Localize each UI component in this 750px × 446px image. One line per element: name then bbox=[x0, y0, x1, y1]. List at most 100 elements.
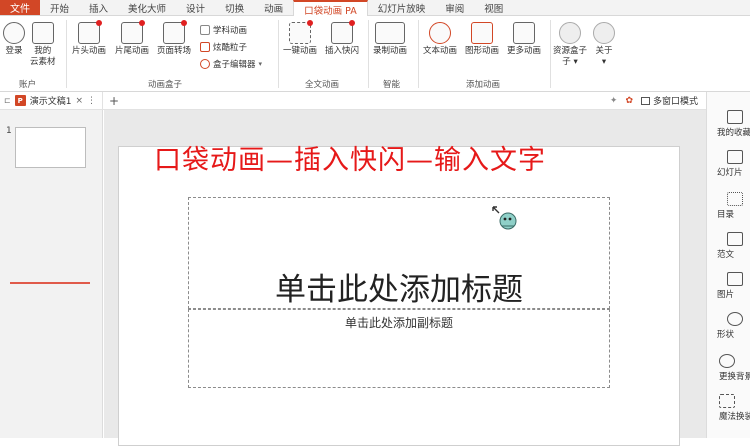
about-icon bbox=[593, 22, 615, 44]
box-editor-icon bbox=[200, 59, 210, 69]
tab-beautify[interactable]: 美化大师 bbox=[118, 0, 176, 15]
insert-flash-button[interactable]: 插入快闪 bbox=[325, 20, 360, 57]
cloud-label: 我的 云素材 bbox=[30, 46, 56, 67]
more-options-icon[interactable]: ⋮ bbox=[87, 96, 96, 106]
list-icon bbox=[727, 192, 743, 206]
subtitle-placeholder-text: 单击此处添加副标题 bbox=[344, 316, 453, 330]
chevron-down-icon: ▾ bbox=[601, 57, 607, 67]
page-transition-button[interactable]: 页面转场 bbox=[157, 20, 192, 57]
doc-nav-icon[interactable]: ⊏ bbox=[4, 96, 11, 105]
text-animation-button[interactable]: 文本动画 bbox=[423, 22, 457, 57]
tab-insert[interactable]: 插入 bbox=[79, 0, 118, 15]
particles-item[interactable]: 炫酷粒子 bbox=[200, 41, 247, 53]
close-tab-icon[interactable]: × bbox=[75, 96, 83, 106]
tab-transitions[interactable]: 切换 bbox=[215, 0, 254, 15]
resource-box-button[interactable]: 资源盒子 子 ▾ bbox=[553, 22, 587, 68]
record-label: 录制动画 bbox=[373, 46, 408, 56]
group-label-animation-box: 动画盒子 bbox=[148, 80, 183, 90]
shapes-icon bbox=[727, 312, 743, 326]
image-icon bbox=[727, 272, 743, 286]
one-key-label: 一键动画 bbox=[283, 46, 318, 56]
divider bbox=[368, 20, 369, 88]
box-editor-item[interactable]: 盒子编辑器 ▾ bbox=[200, 58, 262, 70]
mascot-icon bbox=[492, 206, 517, 230]
subtitle-placeholder[interactable]: 单击此处添加副标题 bbox=[188, 309, 610, 388]
text-animation-label: 文本动画 bbox=[423, 46, 458, 56]
document-tab-bar: ⊏ P 演示文稿1 × ⋮ + ✦ ✿ 多窗口模式 bbox=[0, 91, 706, 110]
head-animation-label: 片头动画 bbox=[72, 46, 107, 56]
group-label-account: 账户 bbox=[19, 80, 37, 90]
refresh-icon bbox=[719, 354, 735, 368]
text-t-icon bbox=[429, 22, 451, 44]
slide-thumbnail[interactable] bbox=[15, 127, 86, 168]
pin-icon[interactable]: ✦ bbox=[610, 96, 618, 106]
film-play-icon bbox=[78, 20, 102, 44]
settings-icon[interactable]: ✿ bbox=[625, 96, 633, 106]
magic-icon bbox=[719, 394, 735, 408]
sidebar-item-samples[interactable]: 范文 bbox=[717, 232, 743, 260]
atom-icon bbox=[200, 25, 210, 35]
tab-animations[interactable]: 动画 bbox=[254, 0, 293, 15]
one-key-animation-button[interactable]: 一键动画 bbox=[283, 20, 318, 57]
group-label-add: 添加动画 bbox=[466, 80, 501, 90]
tab-review[interactable]: 审阅 bbox=[435, 0, 474, 15]
window-icon bbox=[640, 96, 650, 105]
shape-animation-button[interactable]: 图形动画 bbox=[465, 22, 499, 57]
docbar-right-tools: ✦ ✿ 多窗口模式 bbox=[610, 94, 698, 108]
grid-shapes-icon bbox=[513, 22, 535, 44]
cloud-material-button[interactable]: 我的 云素材 bbox=[30, 22, 56, 68]
more-animation-button[interactable]: 更多动画 bbox=[507, 22, 541, 57]
slide-number: 1 bbox=[6, 126, 12, 136]
sidebar-item-images[interactable]: 图片 bbox=[717, 272, 743, 300]
record-screen-icon bbox=[375, 22, 405, 44]
divider bbox=[418, 20, 419, 88]
ppt-file-icon: P bbox=[14, 95, 26, 106]
sidebar-item-shapes[interactable]: 形状 bbox=[717, 312, 743, 340]
group-label-smart: 智能 bbox=[383, 80, 401, 90]
title-placeholder-text: 单击此处添加标题 bbox=[275, 272, 523, 308]
user-icon bbox=[3, 22, 25, 44]
cloud-folder-icon bbox=[31, 22, 54, 44]
sidebar-item-outline[interactable]: 目录 bbox=[717, 192, 743, 220]
sidebar-item-background[interactable]: 更换背景 bbox=[719, 354, 750, 382]
clapper-icon bbox=[121, 20, 145, 44]
insertion-marker bbox=[10, 282, 90, 284]
slides-icon bbox=[727, 150, 743, 164]
page-transition-label: 页面转场 bbox=[157, 46, 192, 56]
tab-pocket-animation[interactable]: 口袋动画 PA bbox=[293, 0, 368, 17]
star-icon bbox=[471, 22, 493, 44]
file-menu[interactable]: 文件 bbox=[0, 0, 40, 15]
document-tab[interactable]: ⊏ P 演示文稿1 × ⋮ bbox=[0, 91, 103, 110]
chevron-down-icon: ▾ bbox=[258, 60, 263, 68]
overlay-caption: 口袋动画—插入快闪—输入文字 bbox=[154, 145, 546, 176]
slide-thumbnail-pane: 1 bbox=[0, 110, 103, 438]
tab-view[interactable]: 视图 bbox=[474, 0, 513, 15]
sidebar-item-favorites[interactable]: 我的收藏 bbox=[717, 110, 750, 138]
shape-animation-label: 图形动画 bbox=[465, 46, 500, 56]
tab-design[interactable]: 设计 bbox=[176, 0, 215, 15]
document-icon bbox=[727, 232, 743, 246]
record-animation-button[interactable]: 录制动画 bbox=[373, 22, 407, 57]
tab-slideshow[interactable]: 幻灯片放映 bbox=[368, 0, 436, 15]
subject-animation-item[interactable]: 学科动画 bbox=[200, 24, 247, 36]
sidebar-item-slides[interactable]: 幻灯片 bbox=[717, 150, 743, 178]
about-button[interactable]: 关于 ▾ bbox=[593, 22, 615, 68]
divider bbox=[550, 20, 551, 88]
sparkle-icon bbox=[200, 42, 210, 52]
chevron-down-icon: 子 ▾ bbox=[562, 57, 578, 67]
more-animation-label: 更多动画 bbox=[507, 46, 542, 56]
new-tab-button[interactable]: + bbox=[109, 94, 119, 108]
title-placeholder[interactable]: 单击此处添加标题 bbox=[188, 197, 610, 309]
tab-home[interactable]: 开始 bbox=[40, 0, 79, 15]
tail-animation-button[interactable]: 片尾动画 bbox=[115, 20, 149, 57]
menu-bar: 文件 开始 插入 美化大师 设计 切换 动画 口袋动画 PA 幻灯片放映 审阅 … bbox=[0, 0, 750, 17]
multi-window-button[interactable]: 多窗口模式 bbox=[640, 94, 698, 107]
magic-wand-icon bbox=[289, 20, 313, 44]
insert-flash-label: 插入快闪 bbox=[325, 46, 360, 56]
head-animation-button[interactable]: 片头动画 bbox=[72, 20, 107, 57]
divider bbox=[278, 20, 279, 88]
login-label: 登录 bbox=[5, 46, 23, 56]
sidebar-item-magic[interactable]: 魔法换装 bbox=[719, 394, 750, 422]
flash-icon bbox=[331, 20, 355, 44]
login-button[interactable]: 登录 bbox=[3, 22, 25, 57]
